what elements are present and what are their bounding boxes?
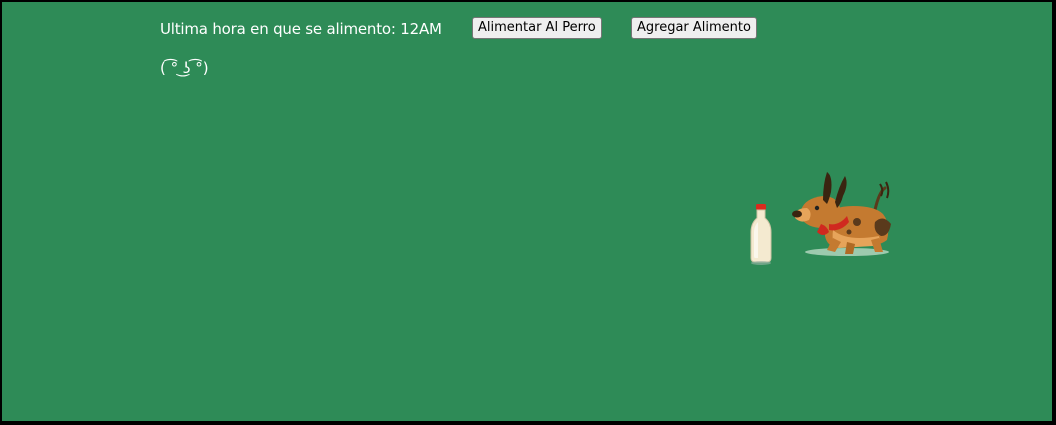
mood-face: ( ͡° ͜ʖ ͡°) xyxy=(160,59,209,77)
dog-illustration xyxy=(792,172,891,256)
game-canvas: Ultima hora en que se alimento: 12AM ( ͡… xyxy=(2,2,1052,421)
milk-bottle-icon xyxy=(750,204,772,265)
feed-dog-button[interactable]: Alimentar Al Perro xyxy=(472,17,602,39)
add-food-button[interactable]: Agregar Alimento xyxy=(631,17,757,39)
last-fed-time-label: Ultima hora en que se alimento: 12AM xyxy=(160,20,442,38)
